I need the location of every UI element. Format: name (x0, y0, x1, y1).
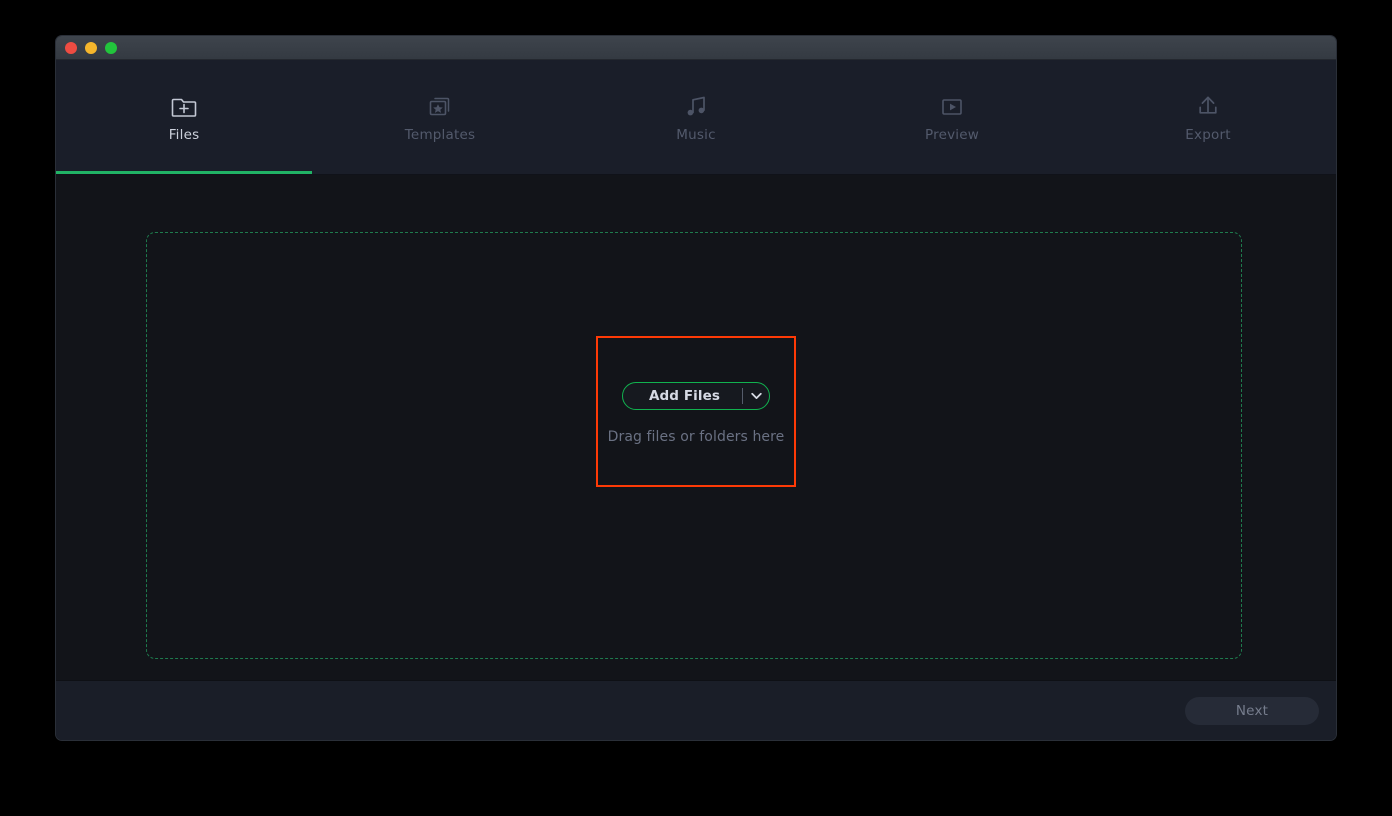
main-content-area: Add Files Drag files or folders here (56, 175, 1336, 680)
add-files-button[interactable]: Add Files (622, 382, 770, 410)
tab-preview-label: Preview (925, 127, 979, 143)
next-button[interactable]: Next (1185, 697, 1319, 725)
active-tab-indicator (56, 171, 312, 174)
tab-export[interactable]: Export (1080, 60, 1336, 174)
tab-files-label: Files (169, 127, 200, 143)
minimize-window-button[interactable] (85, 42, 97, 54)
add-files-button-label: Add Files (623, 383, 742, 409)
tab-templates-label: Templates (405, 127, 475, 143)
file-dropzone[interactable] (146, 232, 1242, 659)
application-window: Files Templates Music (56, 36, 1336, 740)
window-footer: Next (56, 680, 1336, 740)
dropzone-center-cluster: Add Files Drag files or folders here (56, 382, 1336, 445)
maximize-window-button[interactable] (105, 42, 117, 54)
folder-plus-icon (171, 91, 197, 121)
drag-hint-text: Drag files or folders here (608, 429, 785, 445)
main-tabbar: Files Templates Music (56, 60, 1336, 175)
traffic-light-controls (65, 42, 117, 54)
tab-preview[interactable]: Preview (824, 60, 1080, 174)
window-titlebar (56, 36, 1336, 60)
cards-star-icon (427, 91, 453, 121)
play-box-icon (939, 91, 965, 121)
chevron-down-icon[interactable] (743, 392, 769, 400)
music-note-icon (683, 91, 709, 121)
tab-music-label: Music (676, 127, 715, 143)
close-window-button[interactable] (65, 42, 77, 54)
upload-icon (1195, 91, 1221, 121)
tab-templates[interactable]: Templates (312, 60, 568, 174)
tab-export-label: Export (1185, 127, 1230, 143)
tab-files[interactable]: Files (56, 60, 312, 174)
tab-music[interactable]: Music (568, 60, 824, 174)
